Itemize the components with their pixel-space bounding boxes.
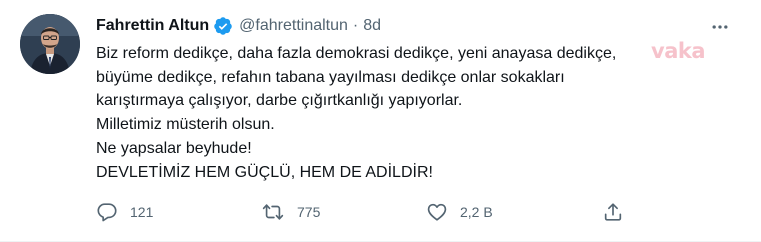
reply-icon: [96, 201, 118, 223]
more-options-icon[interactable]: [709, 16, 731, 38]
tweet-timestamp[interactable]: 8d: [363, 17, 381, 35]
tweet-text-line: büyüme dedikçe, refahın tabana yayılması…: [96, 68, 565, 86]
retweet-icon: [261, 201, 285, 223]
tweet-text-line: karıştırmaya çalışıyor, darbe çığırtkanl…: [96, 92, 463, 110]
author-name[interactable]: Fahrettin Altun: [96, 17, 209, 35]
like-button[interactable]: 2,2 B: [426, 200, 493, 224]
tweet-text-line: Biz reform dedikçe, daha fazla demokrasi…: [96, 45, 617, 62]
reply-count: 121: [130, 204, 154, 220]
avatar[interactable]: [20, 14, 80, 74]
retweet-button[interactable]: 775: [261, 200, 320, 224]
separator-dot: ·: [352, 17, 359, 34]
tweet-card[interactable]: Fahrettin Altun @fahrettinaltun · 8d Biz…: [0, 0, 761, 242]
heart-icon: [426, 201, 448, 223]
tweet-actions: 121 775 2,2 B: [96, 200, 636, 224]
author-handle[interactable]: @fahrettinaltun: [239, 17, 348, 35]
retweet-count: 775: [297, 204, 321, 220]
tweet-text-line: Ne yapsalar beyhude!: [96, 139, 252, 157]
tweet-text-line: Milletimiz müsterih olsun.: [96, 116, 275, 134]
tweet-text-line: DEVLETİMİZ HEM GÜÇLÜ, HEM DE ADİLDİR!: [96, 163, 433, 181]
share-button[interactable]: [602, 200, 624, 224]
reply-button[interactable]: 121: [96, 200, 153, 224]
like-count: 2,2 B: [460, 204, 493, 220]
tweet-header: Fahrettin Altun @fahrettinaltun · 8d: [96, 14, 381, 38]
verified-badge-icon: [213, 16, 233, 36]
avatar-portrait: [20, 14, 80, 74]
tweet-text: Biz reform dedikçe, daha fazla demokrasi…: [96, 42, 716, 184]
share-icon: [602, 201, 624, 223]
